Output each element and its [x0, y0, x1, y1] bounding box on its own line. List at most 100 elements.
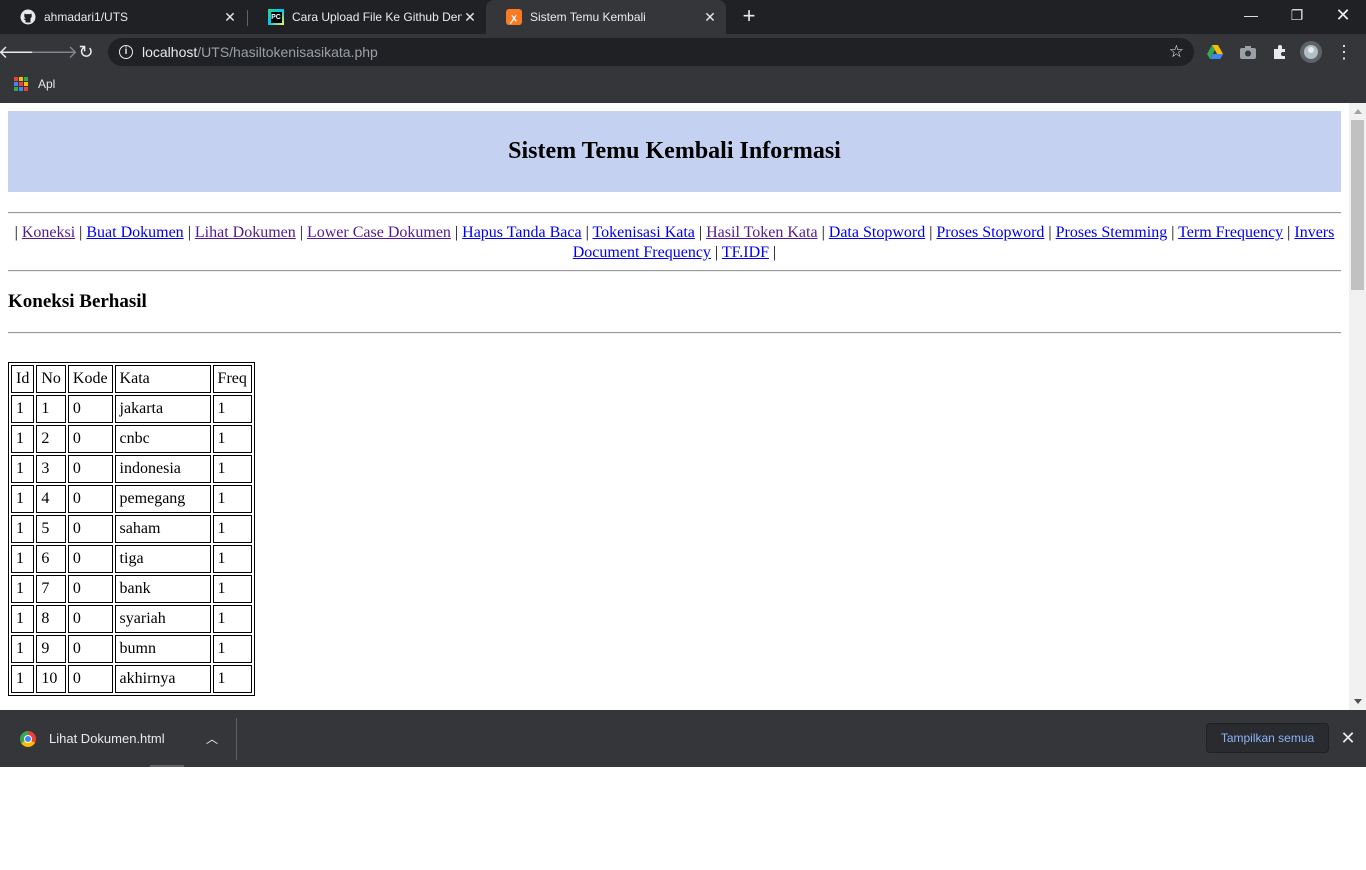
reload-button[interactable]: ↻	[72, 38, 100, 66]
table-cell: 0	[67, 395, 113, 423]
profile-avatar[interactable]	[1300, 41, 1322, 63]
table-cell: 9	[36, 635, 66, 663]
table-header-cell: No	[36, 365, 66, 393]
close-window-button[interactable]: ✕	[1320, 0, 1366, 30]
close-icon[interactable]: ✕	[702, 9, 718, 25]
table-cell: 0	[67, 605, 113, 633]
table-row: 1 1 0 jakarta 1	[11, 395, 252, 423]
token-table: Id No Kode Kata Freq 1 1 0 jakarta 1 1 2 0 cnbc 1 1 3 0 i…	[8, 362, 255, 696]
xampp-icon: ꭗ	[506, 9, 522, 25]
vertical-scrollbar[interactable]	[1349, 103, 1366, 710]
minimize-button[interactable]: ―	[1228, 0, 1274, 30]
table-cell: 1	[11, 545, 35, 573]
table-header-cell: Kode	[67, 365, 113, 393]
table-cell: 0	[67, 485, 113, 513]
table-cell: 1	[212, 605, 252, 633]
table-cell: 1	[11, 635, 35, 663]
new-tab-button[interactable]: +	[738, 5, 760, 27]
chrome-file-icon	[20, 730, 36, 747]
table-cell: 8	[36, 605, 66, 633]
extension-google-drive-icon[interactable]	[1204, 41, 1226, 63]
download-progress-indicator	[150, 765, 184, 767]
bookmark-star-icon[interactable]: ☆	[1169, 42, 1184, 62]
nav-link-koneksi[interactable]: Koneksi	[22, 224, 75, 241]
table-cell: 10	[36, 665, 66, 693]
tab-github[interactable]: ahmadari1/UTS ✕	[0, 0, 246, 34]
close-icon[interactable]: ✕	[222, 9, 238, 25]
divider	[8, 270, 1341, 272]
close-icon[interactable]: ✕	[462, 9, 478, 25]
download-item[interactable]: Lihat Dokumen.html ︿	[0, 710, 236, 767]
table-cell: 1	[36, 395, 66, 423]
restore-button[interactable]: ❐	[1274, 0, 1320, 30]
table-cell: akhirnya	[114, 665, 211, 693]
table-cell: 1	[11, 605, 35, 633]
table-cell: 0	[67, 545, 113, 573]
table-cell: 1	[11, 455, 35, 483]
table-cell: 1	[11, 395, 35, 423]
show-all-downloads-button[interactable]: Tampilkan semua	[1206, 723, 1329, 753]
url-path: /UTS/hasiltokenisasikata.php	[197, 44, 378, 60]
table-row: 1 5 0 saham 1	[11, 515, 252, 543]
nav-link-data-stopword[interactable]: Data Stopword	[829, 224, 925, 241]
table-cell: syariah	[114, 605, 211, 633]
table-cell: cnbc	[114, 425, 211, 453]
table-cell: 1	[212, 635, 252, 663]
table-cell: 2	[36, 425, 66, 453]
nav-link-proses-stemming[interactable]: Proses Stemming	[1056, 224, 1168, 241]
table-cell: 6	[36, 545, 66, 573]
table-cell: 0	[67, 425, 113, 453]
table-cell: 1	[212, 395, 252, 423]
table-header-cell: Id	[11, 365, 35, 393]
nav-link-tokenisasi-kata[interactable]: Tokenisasi Kata	[593, 224, 695, 241]
menu-kebab-icon[interactable]: ⋮	[1333, 41, 1355, 63]
url-host: localhost	[142, 44, 198, 60]
table-row: 1 8 0 syariah 1	[11, 605, 252, 633]
table-cell: bumn	[114, 635, 211, 663]
main-navigation: | Koneksi | Buat Dokumen | Lihat Dokumen…	[14, 224, 1335, 261]
table-row: 1 6 0 tiga 1	[11, 545, 252, 573]
download-separator	[236, 718, 237, 760]
table-cell: 0	[67, 515, 113, 543]
forward-button[interactable]: 🡒	[30, 38, 78, 66]
nav-link-tf-idf[interactable]: TF.IDF	[722, 244, 769, 261]
table-cell: 1	[212, 545, 252, 573]
table-header-cell: Freq	[212, 365, 252, 393]
nav-link-term-frequency[interactable]: Term Frequency	[1178, 224, 1283, 241]
nav-link-lower-case-dokumen[interactable]: Lower Case Dokumen	[307, 224, 451, 241]
url-text: localhost/UTS/hasiltokenisasikata.php	[142, 44, 378, 60]
scrollbar-thumb[interactable]	[1351, 120, 1364, 290]
table-row: 1 7 0 bank 1	[11, 575, 252, 603]
close-download-bar-icon[interactable]: ✕	[1336, 726, 1360, 750]
nav-link-hasil-token-kata[interactable]: Hasil Token Kata	[706, 224, 817, 241]
nav-link-lihat-dokumen[interactable]: Lihat Dokumen	[195, 224, 296, 241]
table-cell: pemegang	[114, 485, 211, 513]
table-cell: bank	[114, 575, 211, 603]
table-cell: 1	[212, 515, 252, 543]
table-cell: 1	[212, 455, 252, 483]
table-cell: 0	[67, 665, 113, 693]
table-cell: 0	[67, 455, 113, 483]
divider	[8, 212, 1341, 214]
table-cell: 4	[36, 485, 66, 513]
info-icon[interactable]: i	[119, 45, 133, 59]
nav-link-hapus-tanda-baca[interactable]: Hapus Tanda Baca	[462, 224, 581, 241]
scroll-up-arrow-icon[interactable]	[1354, 109, 1362, 114]
table-cell: 3	[36, 455, 66, 483]
nav-link-buat-dokumen[interactable]: Buat Dokumen	[86, 224, 183, 241]
table-row: 1 9 0 bumn 1	[11, 635, 252, 663]
page-title: Sistem Temu Kembali Informasi	[508, 138, 841, 164]
bookmarks-bar	[0, 70, 1366, 103]
apps-grid-icon[interactable]	[14, 77, 28, 91]
tab-sistem-temu-kembali[interactable]: ꭗ Sistem Temu Kembali ✕	[486, 0, 726, 34]
nav-link-proses-stopword[interactable]: Proses Stopword	[936, 224, 1044, 241]
chevron-up-icon[interactable]: ︿	[206, 730, 218, 747]
table-cell: 1	[212, 485, 252, 513]
camera-icon[interactable]	[1237, 41, 1259, 63]
table-cell: 0	[67, 635, 113, 663]
address-bar[interactable]: i localhost/UTS/hasiltokenisasikata.php …	[108, 38, 1194, 66]
tab-tutorial[interactable]: PC Cara Upload File Ke Github Deng ✕	[248, 0, 486, 34]
extensions-puzzle-icon[interactable]	[1269, 41, 1291, 63]
bookmark-apps-label[interactable]: Apl	[38, 77, 55, 91]
scroll-down-arrow-icon[interactable]	[1354, 699, 1362, 704]
